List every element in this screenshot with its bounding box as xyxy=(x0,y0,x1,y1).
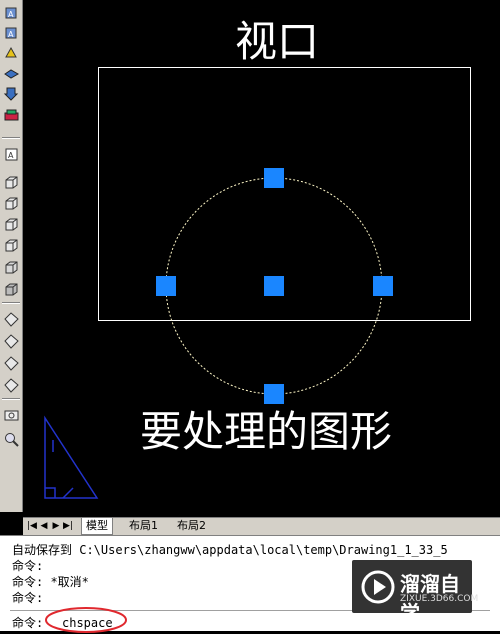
insert-icon[interactable] xyxy=(2,84,19,101)
text-style-icon[interactable]: A xyxy=(2,145,19,162)
svg-text:A: A xyxy=(8,30,14,39)
grip-left[interactable] xyxy=(156,276,176,296)
tab-model[interactable]: 模型 xyxy=(81,518,113,535)
command-history-line: 自动保存到 C:\Users\zhangww\appdata\local\tem… xyxy=(12,543,448,557)
box-icon-5[interactable] xyxy=(2,258,19,275)
camera-icon[interactable] xyxy=(2,405,19,422)
svg-text:A: A xyxy=(8,151,14,160)
drawing-canvas[interactable]: 视口 要处理的图形 xyxy=(23,0,500,512)
grip-top[interactable] xyxy=(264,168,284,188)
grip-right[interactable] xyxy=(373,276,393,296)
box-icon-4[interactable] xyxy=(2,236,19,253)
prev-tab-icon[interactable]: ◀ xyxy=(39,520,49,532)
tool-icon-3[interactable] xyxy=(2,44,19,61)
watermark-url: ZIXUE.3D66.COM xyxy=(400,594,479,604)
toolbar-separator xyxy=(2,137,20,139)
shape-label: 要处理的图形 xyxy=(140,407,393,456)
viewport-rectangle xyxy=(98,67,471,321)
diamond-icon-1[interactable] xyxy=(2,310,19,327)
svg-text:A: A xyxy=(8,10,14,19)
command-history-line: 命令: xyxy=(12,591,44,605)
command-history-line: 命令: *取消* xyxy=(12,575,89,589)
toolbar-separator xyxy=(2,302,20,304)
command-prompt: 命令: xyxy=(12,616,44,630)
layer-icon[interactable] xyxy=(2,64,20,81)
box-icon-3[interactable] xyxy=(2,215,19,232)
box-icon-1[interactable] xyxy=(2,173,19,190)
tool-icon-2[interactable]: A xyxy=(2,24,19,41)
diamond-icon-2[interactable] xyxy=(2,332,19,349)
viewport-label: 视口 xyxy=(235,17,320,66)
grip-center[interactable] xyxy=(264,276,284,296)
properties-icon[interactable] xyxy=(2,106,19,123)
first-tab-icon[interactable]: |◀ xyxy=(27,520,37,532)
command-history-line: 命令: xyxy=(12,559,44,573)
layout-tab-bar: |◀ ◀ ▶ ▶| 模型 布局1 布局2 xyxy=(23,517,500,535)
watermark: 溜溜自学 ZIXUE.3D66.COM xyxy=(352,560,478,625)
box-icon-6[interactable] xyxy=(2,280,19,297)
grip-bottom[interactable] xyxy=(264,384,284,404)
tab-layout1[interactable]: 布局1 xyxy=(125,518,162,534)
last-tab-icon[interactable]: ▶| xyxy=(63,520,73,532)
diamond-icon-4[interactable] xyxy=(2,376,19,393)
tab-layout2[interactable]: 布局2 xyxy=(173,518,210,534)
zoom-icon[interactable] xyxy=(2,430,19,447)
diamond-icon-3[interactable] xyxy=(2,354,19,371)
play-logo-icon xyxy=(361,570,395,604)
toolbar-separator xyxy=(2,398,20,400)
box-icon-2[interactable] xyxy=(2,194,19,211)
tool-icon-1[interactable]: A xyxy=(2,4,19,21)
next-tab-icon[interactable]: ▶ xyxy=(51,520,61,532)
ucs-icon xyxy=(44,415,99,499)
left-toolbar: A A A xyxy=(0,0,23,512)
